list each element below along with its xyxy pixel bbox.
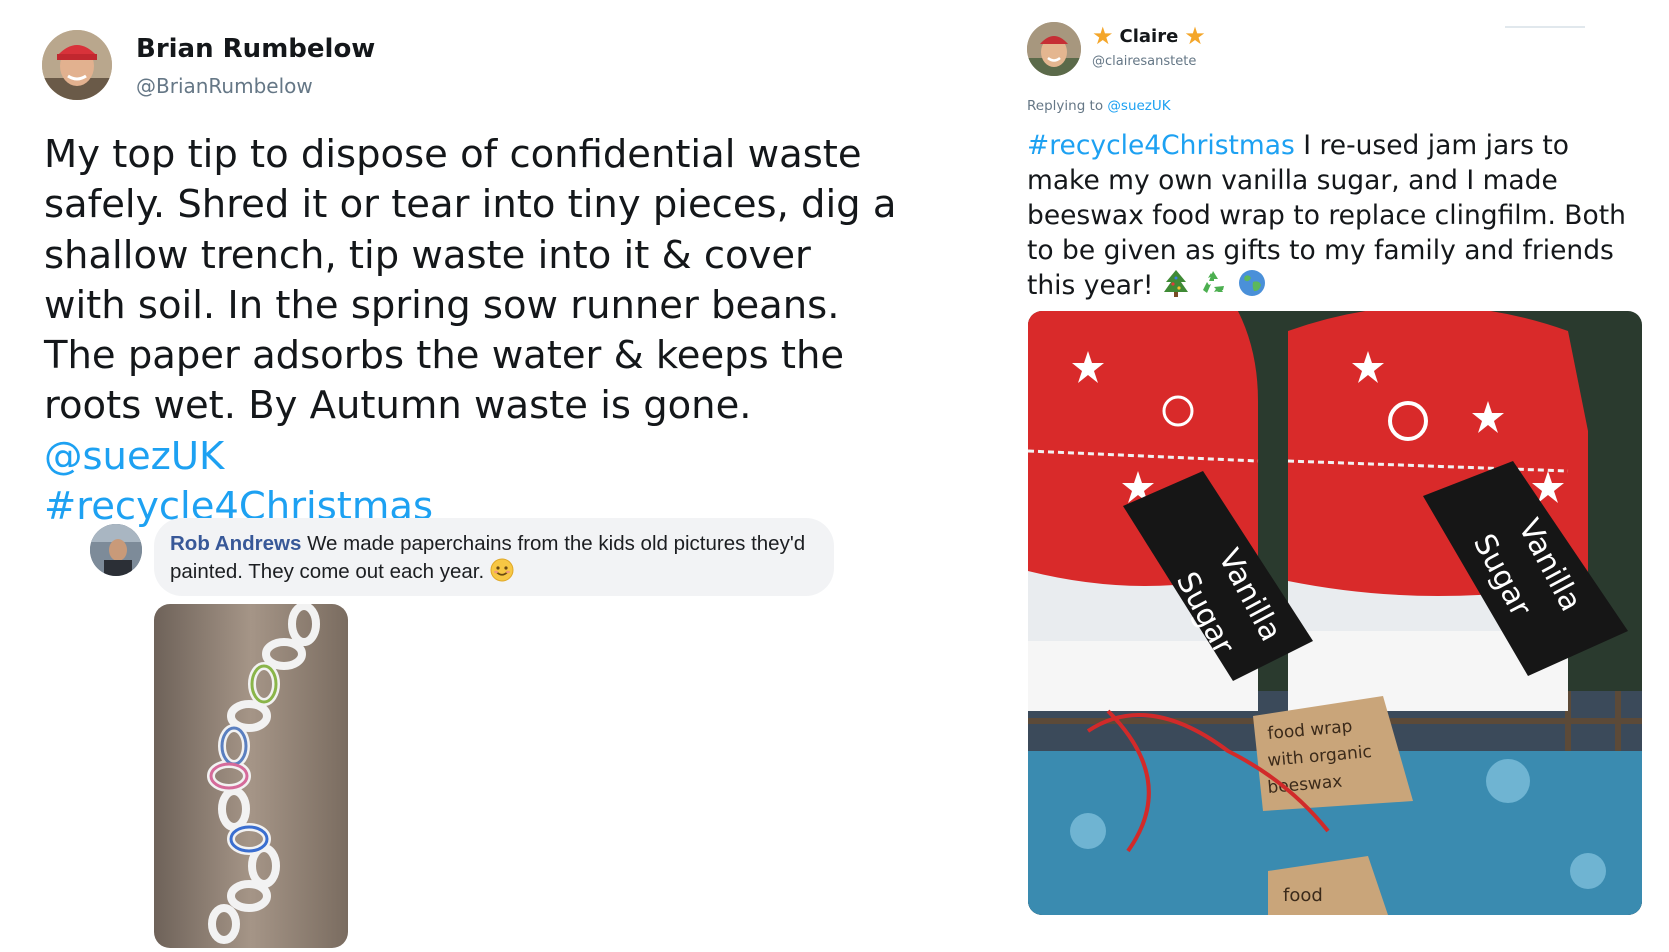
- jam-jars-photo[interactable]: Vanilla Sugar Vanilla Sugar food wrap wi…: [1028, 311, 1642, 915]
- brian-handle[interactable]: @BrianRumbelow: [136, 74, 313, 98]
- star-icon: ★: [1184, 22, 1206, 50]
- star-icon: ★: [1092, 22, 1114, 50]
- comment-bubble: Rob Andrews We made paperchains from the…: [154, 518, 834, 596]
- food-tag-2: food: [1283, 885, 1323, 906]
- rob-name-link[interactable]: Rob Andrews: [170, 532, 301, 555]
- brian-tweet-text: My top tip to dispose of confidential wa…: [44, 130, 904, 532]
- claire-hashtag-link[interactable]: #recycle4Christmas: [1027, 130, 1295, 161]
- smiling-face-icon: [490, 558, 514, 590]
- claire-handle[interactable]: @clairesanstete: [1092, 54, 1196, 69]
- brian-mention-link[interactable]: @suezUK: [44, 434, 224, 479]
- christmas-tree-icon: [1162, 268, 1190, 307]
- globe-icon: [1237, 268, 1267, 307]
- replying-mention-link[interactable]: @suezUK: [1107, 98, 1170, 114]
- claire-display-name[interactable]: Claire: [1120, 26, 1179, 47]
- claire-avatar[interactable]: [1027, 22, 1081, 76]
- claire-name-row[interactable]: ★ Claire ★: [1092, 24, 1206, 48]
- rob-avatar[interactable]: [90, 524, 142, 576]
- brian-display-name[interactable]: Brian Rumbelow: [136, 34, 375, 64]
- brian-tweet-body: My top tip to dispose of confidential wa…: [44, 132, 897, 429]
- divider-line: [1505, 26, 1585, 28]
- paperchain-photo[interactable]: [154, 604, 348, 948]
- replying-to: Replying to @suezUK: [1027, 98, 1171, 114]
- recycling-symbol-icon: [1198, 268, 1228, 307]
- claire-tweet-text: #recycle4Christmas I re-used jam jars to…: [1027, 128, 1627, 307]
- brian-avatar[interactable]: [42, 30, 112, 100]
- replying-label: Replying to: [1027, 98, 1108, 114]
- comment-text: Rob Andrews We made paperchains from the…: [170, 530, 810, 590]
